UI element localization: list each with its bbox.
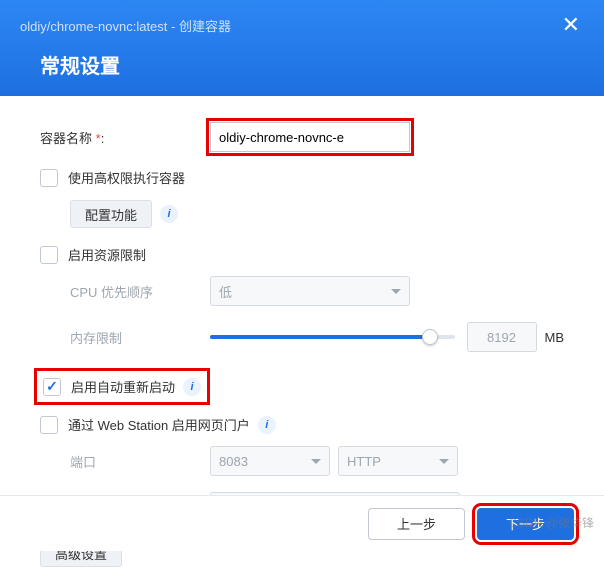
protocol-select: HTTP [338,446,458,476]
privileged-checkbox[interactable] [40,169,58,187]
resource-limit-label: 启用资源限制 [68,245,146,264]
prev-button[interactable]: 上一步 [368,508,465,540]
resource-limit-checkbox[interactable] [40,246,58,264]
container-name-input[interactable] [210,122,410,152]
port-label: 端口 [70,452,210,471]
info-icon[interactable]: i [258,416,276,434]
container-name-label: 容器名称 *: [40,128,210,147]
resource-limit-checkbox-row[interactable]: 启用资源限制 [40,245,564,264]
privileged-checkbox-row[interactable]: 使用高权限执行容器 [40,168,564,187]
memory-slider [210,335,455,339]
cpu-priority-label: CPU 优先顺序 [70,282,210,301]
auto-restart-label: 启用自动重新启动 [71,377,175,396]
header-breadcrumb: oldiy/chrome-novnc:latest - 创建容器 [20,16,231,35]
chevron-down-icon [439,459,449,464]
configure-capabilities-button[interactable]: 配置功能 [70,200,152,228]
cpu-priority-select: 低 [210,276,410,306]
privileged-label: 使用高权限执行容器 [68,168,185,187]
memory-unit: MB [545,330,565,345]
info-icon[interactable]: i [183,378,201,396]
port-select: 8083 [210,446,330,476]
auto-restart-checkbox[interactable] [43,378,61,396]
memory-value: 8192 [467,322,537,352]
web-station-label: 通过 Web Station 启用网页门户 [68,415,250,434]
dialog-footer: 上一步 下一步 [0,495,604,551]
dialog-title: 常规设置 [0,36,604,79]
dialog-header: oldiy/chrome-novnc:latest - 创建容器 ✕ 常规设置 [0,0,604,96]
auto-restart-checkbox-row[interactable]: 启用自动重新启动 i [43,377,201,396]
slider-thumb [422,329,438,345]
web-station-checkbox-row[interactable]: 通过 Web Station 启用网页门户 i [40,415,564,434]
web-station-checkbox[interactable] [40,416,58,434]
chevron-down-icon [391,289,401,294]
info-icon[interactable]: i [160,205,178,223]
close-icon[interactable]: ✕ [558,14,584,36]
memory-limit-label: 内存限制 [70,328,210,347]
next-button[interactable]: 下一步 [477,508,574,540]
chevron-down-icon [311,459,321,464]
